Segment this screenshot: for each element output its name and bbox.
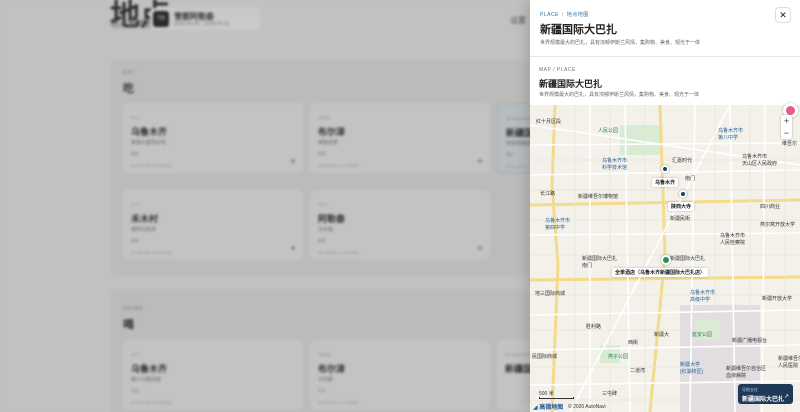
map-label: 地三国际商城 [535,291,566,297]
map-label: 乌鲁木齐市 高级中学 [690,290,716,303]
map-pin[interactable] [679,190,687,198]
map-label: 长江路 [540,191,556,197]
external-arrow-icon: ↗ [783,394,789,400]
map-description: 世界规模最大的巴扎，具有浓郁伊斯兰风情，集购物、美食、观光于一体 [539,92,700,98]
map-label: 四川商业 [760,204,781,210]
divider [530,56,800,57]
scale-label: 500 米 [539,391,554,397]
map-title: 新疆国际大巴扎 [539,79,603,89]
map-label: 燕尔窝开放大学 [760,222,796,228]
map-label: 新疆大学 (红湖校区) [680,362,704,375]
map-view[interactable]: 红十月区段人民公园乌鲁木齐市 第八中学新疆 维吾尔乌鲁木齐市 科学技术馆汇嘉时代… [530,105,800,412]
drawer-description: 世界规模最大的巴扎，具有浓郁伊斯兰风情，集购物、美食、观光于一体 [540,40,701,46]
map-label: 新疆国际大巴扎 南门 [582,256,618,269]
map-label: 新疆国际大巴扎 [670,256,706,262]
map-label: 新疆大 [654,332,670,338]
map-label: 乌鲁木齐市 天山区人民政府 [742,154,778,167]
map-label: 新疆维吾尔 人民医院 [778,356,800,369]
map-label: 三屯碑 [602,391,618,397]
navigate-subtitle: 导航去往 [742,387,758,392]
map-label: 乌鲁木齐市 人民检察院 [720,233,746,246]
place-drawer: PLACE / 地点地图 新疆国际大巴扎 世界规模最大的巴扎，具有浓郁伊斯兰风情，集… [530,0,800,412]
breadcrumb: PLACE / 地点地图 [540,12,589,18]
close-button[interactable]: ✕ [775,7,791,23]
map-label: 燕子公园 [608,354,629,360]
map-label: 汇嘉时代 [672,158,693,164]
map-label: 乌鲁木齐市 第八中学 [718,128,744,141]
map-copyright: © 2026 AutoNavi [568,404,606,410]
map-label: 新疆开放大学 [762,296,793,302]
map-label: 胜利路 [586,324,602,330]
map-pin-label: 陕西大寺 [668,202,695,211]
map-label: 新疆民街 [670,216,691,222]
map-pin-label: 全季酒店（乌鲁木齐新疆国际大巴扎店） [612,268,709,277]
map-label: 乌鲁木齐市 科学技术馆 [602,158,628,171]
map-label: 新疆维吾尔博物馆 [578,194,619,200]
map-pin[interactable] [661,255,671,265]
zoom-control[interactable]: + − [781,115,792,139]
map-label: 新疆广播电视台 [732,338,768,344]
zoom-in-button[interactable]: + [781,115,792,127]
map-label: 红十月区段 [536,119,562,125]
navigate-button[interactable]: 导航去往 新疆国际大巴扎 ↗ [738,384,793,404]
map-label: 南门 [685,176,696,182]
map-label: 延安公园 [692,332,713,338]
close-icon: ✕ [779,9,787,20]
map-pin[interactable] [661,165,669,173]
map-label: 乌鲁木齐市 第四中学 [545,218,571,231]
map-pin-label: 乌鲁木齐 [652,178,679,187]
map-label: 人民公园 [598,128,619,134]
map-label: 二道湾 [630,368,646,374]
map-label: 民国际商城 [532,354,558,360]
navigate-title: 新疆国际大巴扎 [742,397,785,403]
scale-bar [539,397,574,399]
drawer-title: 新疆国际大巴扎 [540,24,617,36]
map-eyebrow: MAP / PLACE [539,67,576,73]
breadcrumb-item[interactable]: PLACE [540,12,559,18]
breadcrumb-item: 地点地图 [566,12,589,18]
map-label: 新疆维吾尔自治区 血液病院 [726,366,767,379]
map-label: 西街 [628,340,639,346]
amap-logo: ◢ 高德地图 [533,405,564,411]
zoom-out-button[interactable]: − [781,127,792,139]
